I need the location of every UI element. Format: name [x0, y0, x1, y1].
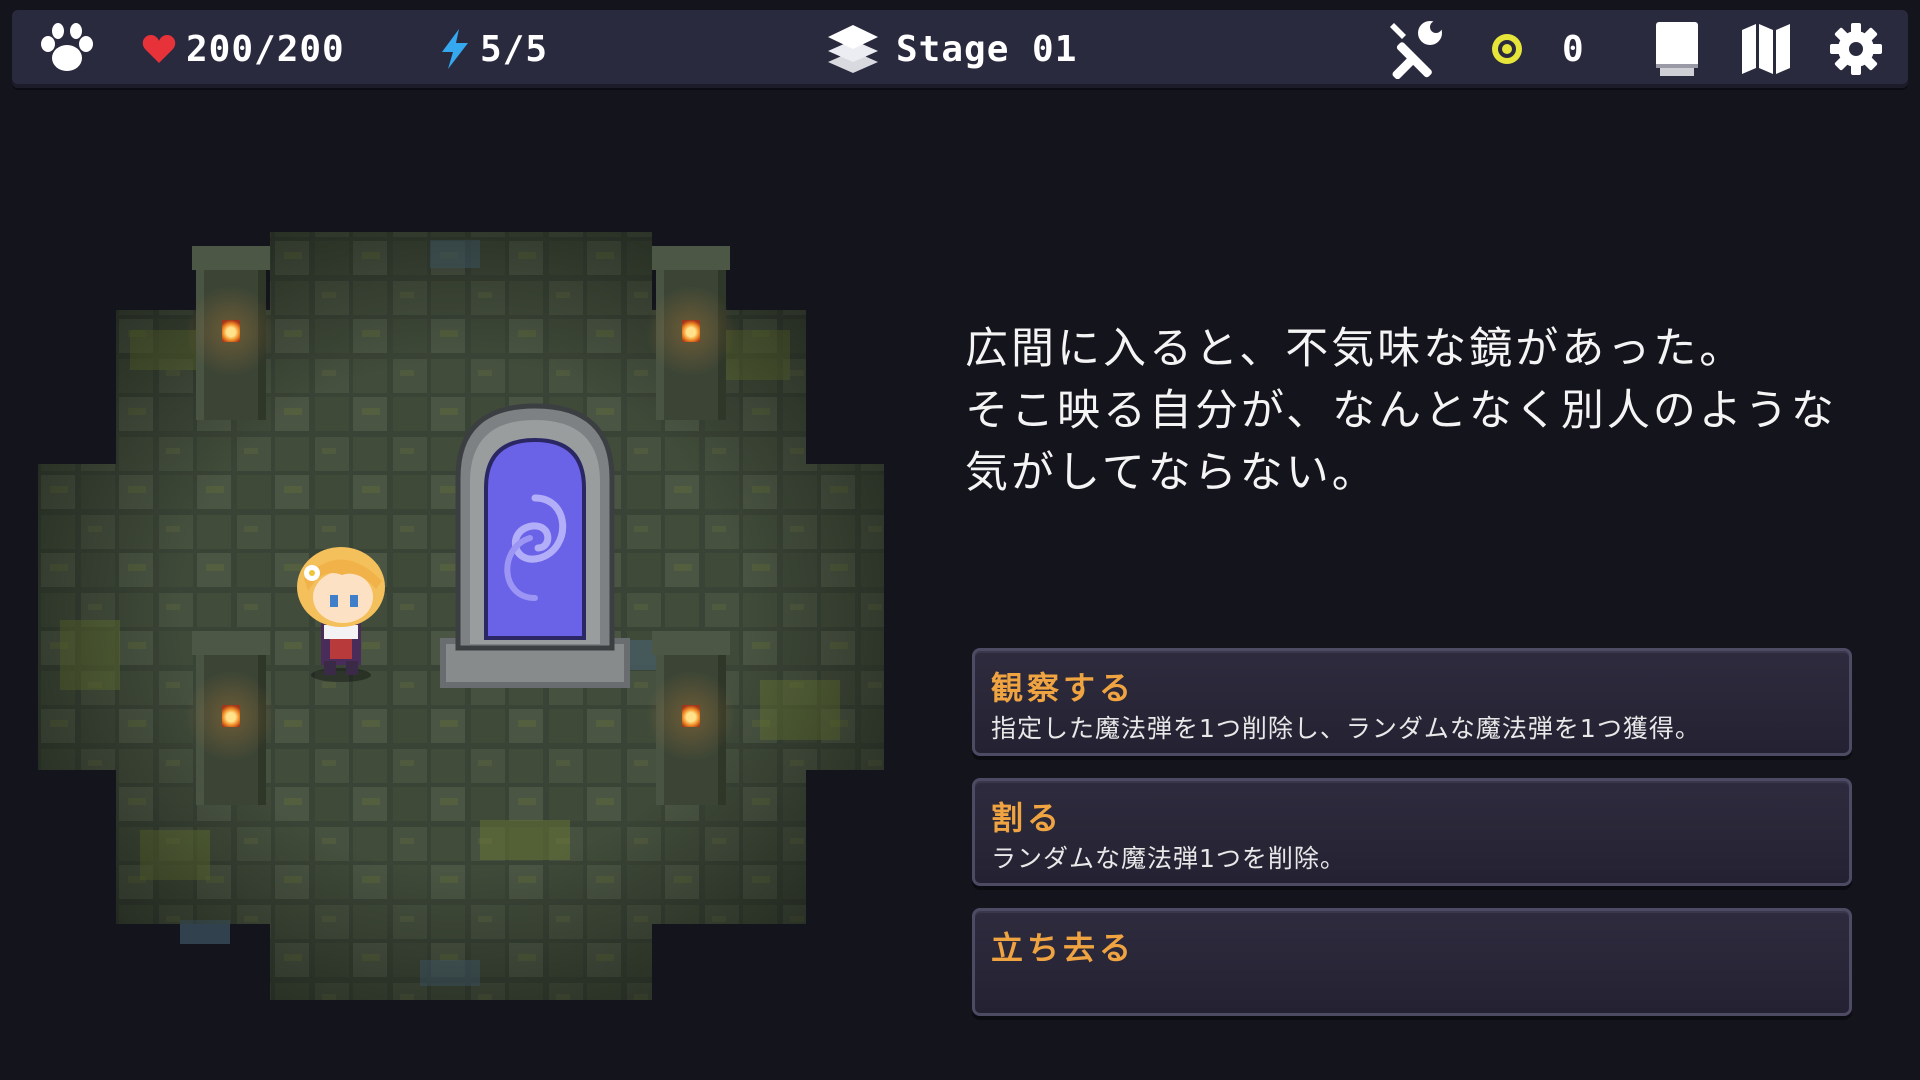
dungeon-room [0, 200, 900, 1020]
pillar-top-right [642, 246, 740, 420]
torch-icon [222, 320, 240, 342]
mirror-icon[interactable] [440, 398, 630, 698]
event-description: 広間に入ると、不気味な鏡があった。 そこ映る自分が、なんとなく別人のような 気が… [965, 318, 1865, 504]
torch-icon [682, 320, 700, 342]
coin-icon [1492, 34, 1522, 64]
choice-leave-button[interactable]: 立ち去る [972, 908, 1852, 1016]
heart-icon [142, 35, 176, 63]
paw-icon[interactable] [38, 10, 96, 88]
description-line: 気がしてならない。 [965, 448, 1378, 498]
stage-label: Stage 01 [896, 28, 1078, 70]
choice-description: 指定した魔法弾を1つ削除し、ランダムな魔法弾を1つ獲得。 [991, 714, 1701, 743]
player-character[interactable] [286, 545, 396, 685]
pillar-top-left [182, 246, 280, 420]
energy-value: 5/5 [480, 28, 549, 70]
stage-display: Stage 01 [824, 10, 1077, 88]
choice-observe-button[interactable]: 観察する 指定した魔法弾を1つ削除し、ランダムな魔法弾を1つ獲得。 [972, 648, 1852, 756]
hp-display: 200/200 [142, 10, 345, 88]
choice-title: 観察する [991, 669, 1136, 707]
coin-value: 0 [1562, 28, 1585, 70]
choice-description: ランダムな魔法弾1つを削除。 [991, 844, 1346, 873]
torch-icon [222, 705, 240, 727]
choice-break-button[interactable]: 割る ランダムな魔法弾1つを削除。 [972, 778, 1852, 886]
torch-icon [682, 705, 700, 727]
energy-display: 5/5 [440, 10, 548, 88]
gear-icon[interactable] [1828, 10, 1884, 88]
hp-value: 200/200 [186, 28, 345, 70]
pillar-bottom-left [182, 631, 280, 805]
pillar-bottom-right [642, 631, 740, 805]
choice-title: 割る [991, 799, 1064, 837]
book-icon[interactable] [1652, 10, 1702, 88]
coin-display: 0 [1490, 10, 1585, 88]
choice-title: 立ち去る [991, 929, 1136, 967]
tools-icon[interactable] [1386, 10, 1446, 88]
map-icon[interactable] [1738, 10, 1794, 88]
lightning-icon [442, 29, 468, 69]
description-line: 広間に入ると、不気味な鏡があった。 [965, 324, 1746, 374]
top-bar: 200/200 5/5 Stage 01 0 [12, 10, 1908, 88]
description-line: そこ映る自分が、なんとなく別人のような [965, 386, 1837, 436]
layers-icon [828, 25, 878, 73]
